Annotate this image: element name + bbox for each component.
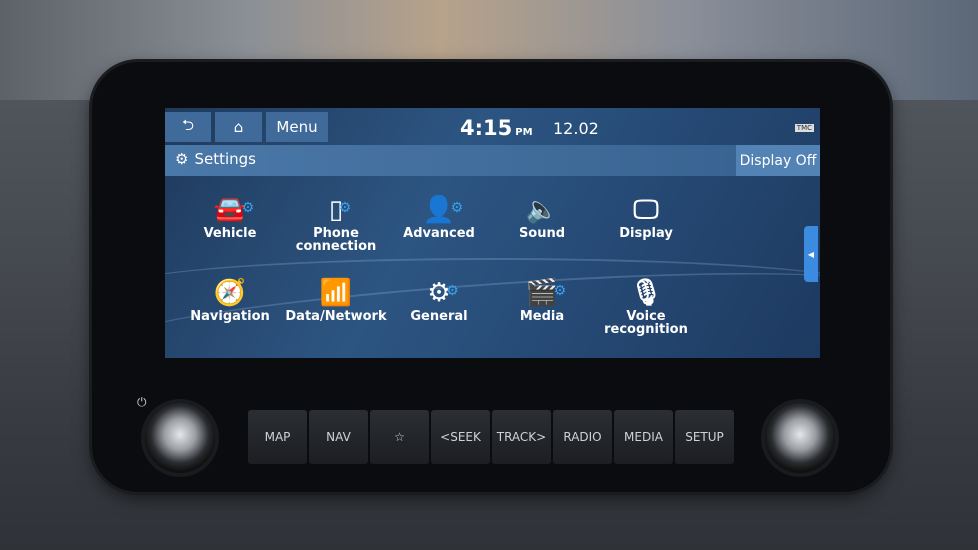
top-bar: ⮌ ⌂ Menu 4:15 PM 12.02 TMC xyxy=(165,108,820,144)
tile-sound[interactable]: 🔈 Sound xyxy=(492,193,592,240)
title-bar: ⚙ Settings Display Off xyxy=(165,145,820,176)
car-gear-icon: 🚘 ⚙ xyxy=(213,195,255,225)
tile-label: Data/Network xyxy=(285,309,387,324)
time: 4:15 xyxy=(460,116,513,140)
back-arrow-icon: ⮌ xyxy=(181,115,194,134)
page-title: ⚙ Settings xyxy=(175,150,256,168)
tile-label: General xyxy=(410,309,468,324)
clapperboard-icon: 🎬 ⚙ xyxy=(525,278,567,308)
user-gear-icon: 👤 ⚙ xyxy=(422,195,464,225)
tmc-status-icon: TMC xyxy=(794,124,814,132)
compass-icon: 🧭 xyxy=(213,278,247,308)
tile-advanced[interactable]: 👤 ⚙ Advanced xyxy=(389,193,489,240)
hard-button-media[interactable]: MEDIA xyxy=(614,410,673,464)
tile-data-network[interactable]: 📶 Data/Network xyxy=(285,276,387,324)
chevron-left-icon: ◀ xyxy=(807,249,815,259)
tile-label: Voice recognition xyxy=(604,309,688,337)
date: 12.02 xyxy=(553,119,599,138)
tile-general[interactable]: ⚙ ⚙ General xyxy=(389,276,489,323)
display-off-button[interactable]: Display Off xyxy=(736,145,820,176)
tile-navigation[interactable]: 🧭 Navigation xyxy=(180,276,280,323)
tile-vehicle[interactable]: 🚘 ⚙ Vehicle xyxy=(180,193,280,240)
hard-button-seek[interactable]: <SEEK xyxy=(431,410,490,464)
tile-label: Phone connection xyxy=(295,226,377,254)
tile-label: Media xyxy=(519,309,565,324)
page-title-text: Settings xyxy=(194,150,256,168)
hard-button-nav[interactable]: NAV xyxy=(309,410,368,464)
tile-label: Display xyxy=(619,226,673,241)
phone-bluetooth-icon: ▯ ⚙ xyxy=(328,195,352,225)
power-icon[interactable]: ⏻ xyxy=(137,395,147,410)
home-icon: ⌂ xyxy=(233,118,244,136)
hard-button-row: MAP NAV ☆ <SEEK TRACK> RADIO MEDIA SETUP xyxy=(248,410,734,464)
menu-button[interactable]: Menu xyxy=(266,112,328,142)
hard-button-track[interactable]: TRACK> xyxy=(492,410,551,464)
tune-knob[interactable] xyxy=(765,403,835,473)
clock: 4:15 PM xyxy=(460,116,533,140)
tile-label: Navigation xyxy=(190,309,270,324)
hard-button-map[interactable]: MAP xyxy=(248,410,307,464)
antenna-icon: 📶 xyxy=(319,278,353,308)
hard-button-favorite[interactable]: ☆ xyxy=(370,410,429,464)
tile-label: Advanced xyxy=(403,226,475,241)
hard-button-radio[interactable]: RADIO xyxy=(553,410,612,464)
infotainment-screen: ⮌ ⌂ Menu 4:15 PM 12.02 TMC ⚙ Settings Disp… xyxy=(165,108,820,358)
monitor-icon: 🖵 xyxy=(633,195,659,225)
back-button[interactable]: ⮌ xyxy=(165,112,211,142)
tile-label: Vehicle xyxy=(203,226,257,241)
microphone-icon: 🎙 xyxy=(629,278,663,308)
tile-voice-recognition[interactable]: 🎙 Voice recognition xyxy=(596,276,696,336)
tile-phone-connection[interactable]: ▯ ⚙ Phone connection xyxy=(286,193,386,253)
side-panel-tab[interactable]: ◀ xyxy=(804,226,818,282)
hard-button-setup[interactable]: SETUP xyxy=(675,410,734,464)
tile-label: Sound xyxy=(518,226,566,241)
gears-icon: ⚙ ⚙ xyxy=(427,278,459,308)
speaker-icon: 🔈 xyxy=(525,195,559,225)
volume-knob[interactable] xyxy=(145,403,215,473)
home-button[interactable]: ⌂ xyxy=(215,112,262,142)
tile-display[interactable]: 🖵 Display xyxy=(596,193,696,240)
ampm: PM xyxy=(515,127,533,138)
gear-icon: ⚙ xyxy=(175,150,189,168)
tile-media[interactable]: 🎬 ⚙ Media xyxy=(492,276,592,323)
